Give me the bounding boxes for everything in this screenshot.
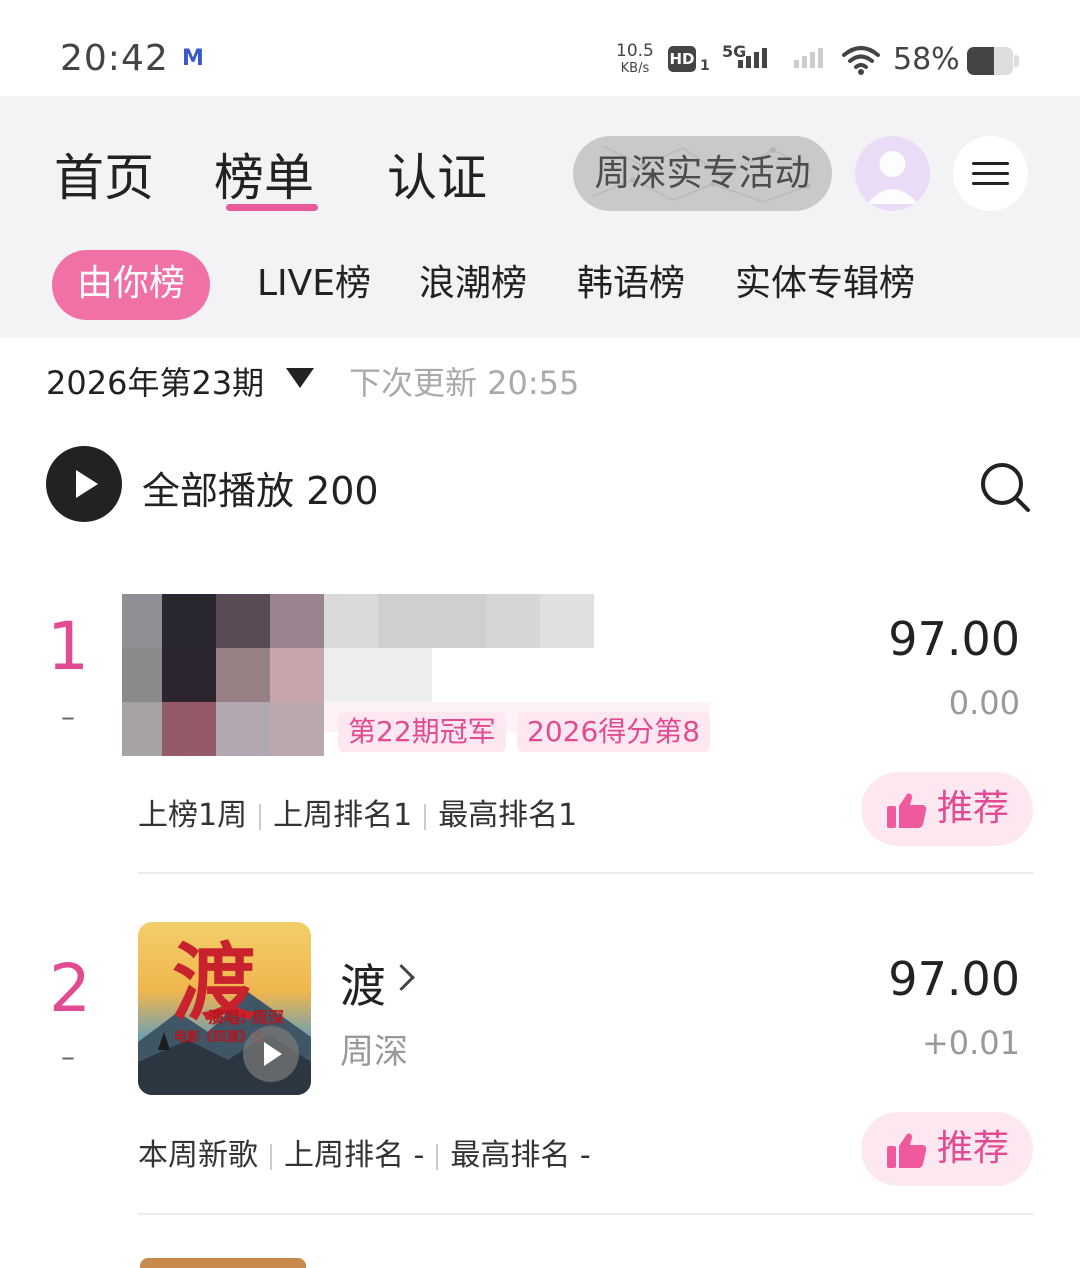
app-notification-icon: M [182,46,204,71]
new-song-label: 本周新歌 [138,1138,258,1173]
play-icon[interactable] [243,1026,299,1082]
period-selector[interactable]: 2026年第23期 [46,358,264,404]
divider [138,1213,1034,1215]
entry-meta: 上榜1周 上周排名1 最高排名1 [138,790,577,834]
menu-icon-line [972,172,1009,175]
wifi-icon [842,46,880,75]
dropdown-arrow-icon[interactable] [286,368,314,388]
thumbs-up-icon [887,1133,927,1168]
chevron-right-icon[interactable] [388,964,415,991]
tab-home[interactable]: 首页 [54,138,154,210]
song-artist[interactable]: 周深 [340,1024,408,1073]
next-update: 下次更新 20:55 [349,364,580,402]
divider [138,872,1034,874]
chart-tab-album[interactable]: 实体专辑榜 [735,250,915,320]
chart-tab-live[interactable]: LIVE榜 [257,250,371,320]
weeks-on-chart: 上榜1周 [138,798,248,833]
network-speed-unit: KB/s [620,61,650,76]
pixelated-cover[interactable] [120,572,710,784]
chart-tab-korean[interactable]: 韩语榜 [577,250,685,320]
status-bar: 20:42 M 10.5 KB/s HD 1 5G 58% [0,0,1080,96]
rank-change: – [61,700,75,733]
play-all-label[interactable]: 全部播放 200 [142,460,379,515]
chart-tab-youni[interactable]: 由你榜 [52,250,210,320]
rank-number: 1 [47,608,89,685]
signal-icon-secondary [794,48,826,68]
user-icon [867,151,918,204]
peak-rank: 最高排名1 [438,798,578,833]
status-time: 20:42 [60,38,169,79]
last-week-rank: 上周排名1 [273,798,413,833]
score-delta: +0.01 [921,1024,1020,1062]
rank-number: 2 [49,950,91,1027]
battery-percent: 58% [893,42,960,77]
thumbs-up-icon [887,793,927,828]
rank-change: – [61,1040,75,1073]
last-week-rank: 上周排名 - [284,1138,425,1173]
chart-tab-langchao[interactable]: 浪潮榜 [419,250,527,320]
album-cover[interactable]: 渡 演唱: 周深 电影《四渡》主 [138,922,311,1095]
tag-champion: 第22期冠军 [338,712,506,752]
active-tab-indicator [226,204,318,211]
menu-icon [972,162,1009,165]
avatar[interactable] [855,136,930,211]
search-icon[interactable] [980,462,1032,514]
peak-rank: 最高排名 - [450,1138,591,1173]
cover-subtitle: 演唱: 周深 [208,1008,284,1027]
recommend-label: 推荐 [937,788,1010,829]
score: 97.00 [888,612,1020,666]
hd-sub: 1 [700,58,710,74]
play-all-button[interactable] [46,446,122,522]
entry-meta: 本周新歌 上周排名 - 最高排名 - [138,1130,591,1174]
battery-tip [1014,55,1019,67]
signal-icon [738,48,770,68]
menu-icon-line [972,182,1009,185]
tag-yearly-rank: 2026得分第8 [517,712,711,752]
promo-label: 周深实专活动 [594,153,811,194]
battery-icon [967,47,1013,75]
menu-button[interactable] [953,136,1028,211]
recommend-label: 推荐 [937,1128,1010,1169]
recommend-button[interactable]: 推荐 [861,1112,1033,1186]
tab-charts[interactable]: 榜单 [214,138,314,210]
hd-icon: HD [668,46,696,72]
promo-button[interactable]: 周深实专活动 [573,136,832,211]
recommend-button[interactable]: 推荐 [861,772,1033,846]
song-title[interactable]: 渡 [340,950,386,1016]
network-speed: 10.5 KB/s [616,42,654,78]
next-album-cover[interactable] [140,1258,306,1268]
score: 97.00 [888,952,1020,1006]
network-speed-value: 10.5 [616,41,654,61]
tab-certification[interactable]: 认证 [387,138,487,210]
score-delta: 0.00 [948,684,1020,722]
